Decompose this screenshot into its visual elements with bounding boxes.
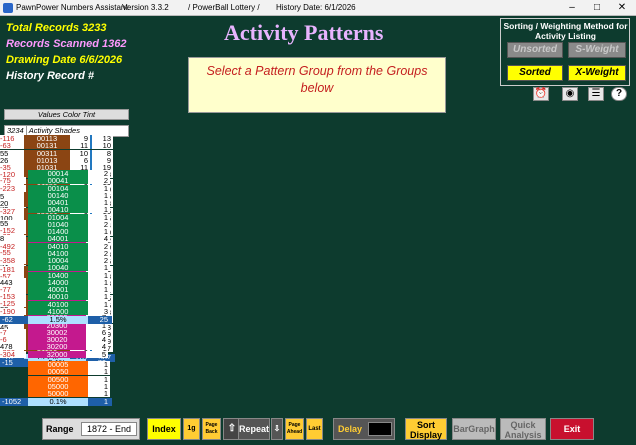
group-footer: -62 1.5% 25 [0,316,112,324]
row-weight: -492 [0,242,26,250]
quick-analysis-button[interactable]: Quick Analysis [500,418,546,440]
page-ahead-button[interactable]: Page Ahead [285,418,304,440]
page-title: Activity Patterns [224,20,384,45]
main-panel: Total Records 3233 Records Scanned 1362 … [0,16,636,445]
footer-weight: -1052 [2,397,22,407]
alarm-clock-icon[interactable]: ⏰ [533,87,549,101]
bargraph-button[interactable]: BarGraph [452,418,496,440]
footer-weight: -62 [2,315,13,324]
total-records: Total Records 3233 [6,22,107,34]
row-count: 5 [86,350,108,358]
ig-button[interactable]: 1g [183,418,200,440]
pattern-row[interactable]: -304 32000 5 [0,350,110,358]
x-weight-button[interactable]: X-Weight [568,65,626,81]
row-count: 1 [88,390,110,397]
history-record: History Record # [6,70,95,82]
lottery-name: / PowerBall Lottery / [188,3,260,12]
footer-count: 25 [99,315,108,324]
records-scanned: Records Scanned 1362 [6,38,127,50]
footer-pct: 1.5% [28,316,88,324]
row-weight: -223 [0,184,26,192]
footer-pct: 0.1% [28,398,88,407]
row-count: 3 [88,307,110,315]
range-value[interactable]: 1872 - End [81,422,137,436]
row-pattern[interactable]: 50000 [28,390,88,397]
history-date: History Date: 6/1/2026 [276,3,356,12]
delay-label: Delay [338,424,363,434]
sort-panel: Sorting / Weighting Method for Activity … [500,18,630,86]
page-back-button[interactable]: Page Back [202,418,221,440]
drawing-date: Drawing Date 6/6/2026 [6,54,123,66]
group-footer: -1052 0.1% 1 [0,397,112,407]
range-box[interactable]: Range 1872 - End [42,418,140,440]
s-weight-button[interactable]: S-Weight [568,42,626,58]
pattern-row[interactable]: 50000 1 [0,390,112,397]
sort-panel-title: Sorting / Weighting Method for Activity … [503,21,628,41]
range-label: Range [46,424,74,434]
repeat-button[interactable]: Repeat [238,418,270,440]
app-icon [3,3,13,13]
prompt-box: Select a Pattern Group from the Groups b… [188,57,446,113]
unsorted-button[interactable]: Unsorted [507,42,563,58]
eye-icon[interactable]: ◉ [562,87,578,101]
repeat-down-icon[interactable]: ⇩ [271,418,283,440]
row-weight: -304 [0,350,26,358]
last-button[interactable]: Last [306,418,323,440]
sorted-button[interactable]: Sorted [507,65,563,81]
app-name: PawnPower Numbers Assistant: [16,3,130,12]
delay-box[interactable]: Delay [333,418,395,440]
values-color-tint-label: Values Color Tint [4,109,129,120]
row-weight: -358 [0,257,26,264]
pattern-row[interactable]: -190 41000 3 [0,307,112,315]
index-button[interactable]: Index [147,418,181,440]
row-pattern[interactable]: 32000 [28,350,86,358]
row-weight: -77 [0,286,26,293]
close-icon[interactable]: ✕ [610,1,634,15]
footer-count: 1 [103,397,108,407]
delay-field[interactable] [368,422,392,436]
help-icon[interactable]: ? [611,87,627,101]
sort-display-button[interactable]: Sort Display [405,418,447,440]
row-weight: -190 [0,307,26,315]
app-version: Version 3.3.2 [122,3,169,12]
maximize-icon[interactable]: □ [585,1,609,15]
notes-icon[interactable]: ☰ [588,87,604,101]
minimize-icon[interactable]: – [560,1,584,15]
exit-button[interactable]: Exit [550,418,594,440]
row-pattern[interactable]: 41000 [28,307,88,315]
title-bar: PawnPower Numbers Assistant: Version 3.3… [0,0,636,16]
